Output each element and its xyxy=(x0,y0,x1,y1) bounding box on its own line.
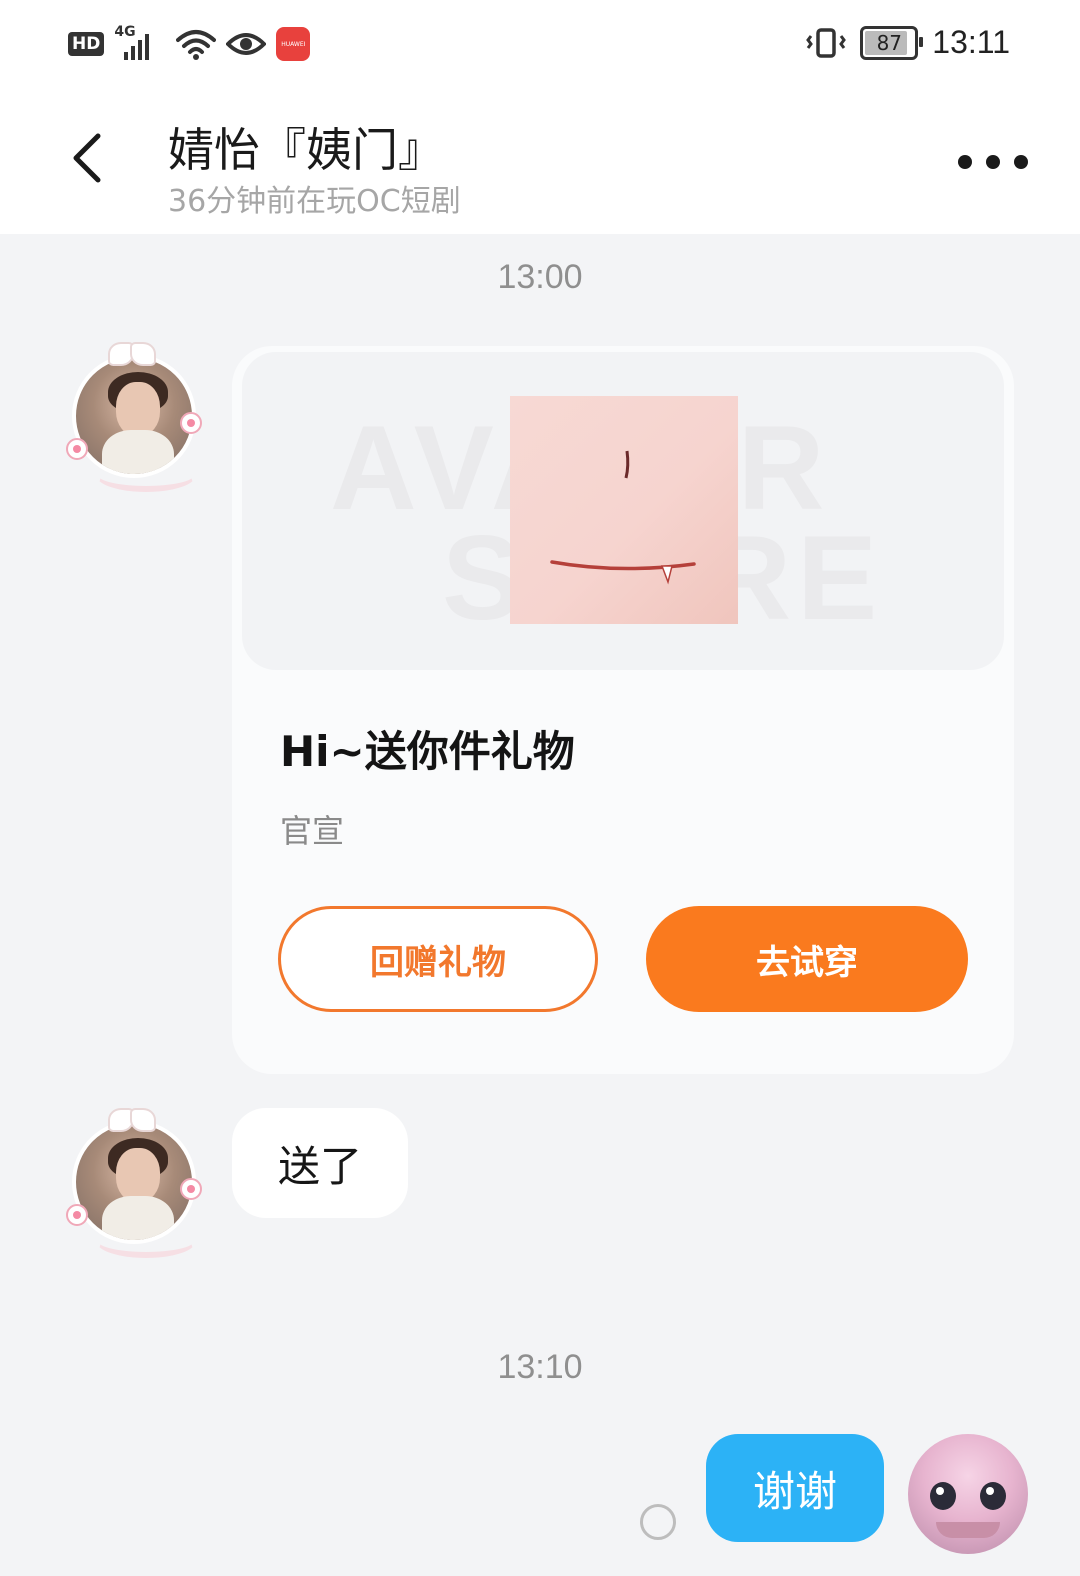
eye-icon xyxy=(226,33,267,55)
contact-avatar[interactable] xyxy=(62,1106,202,1258)
paw-icon xyxy=(180,1178,202,1200)
wifi-icon xyxy=(176,30,217,60)
more-dots-icon xyxy=(958,155,972,169)
message-timestamp: 13:10 xyxy=(497,1348,583,1386)
status-time: 13:11 xyxy=(932,24,1010,60)
app-store-icon: HUAWEI xyxy=(276,27,311,61)
gift-card[interactable]: AVATAR STORE Hi~送你件礼物 官宣 回赠礼物 去试穿 xyxy=(232,346,1014,1074)
bow-decoration xyxy=(108,1106,156,1132)
status-bar: HD 4G HUAWEI 87 13:11 xyxy=(0,0,1080,92)
battery-level: 87 xyxy=(876,30,903,55)
paw-icon xyxy=(66,438,88,460)
more-options-button[interactable] xyxy=(958,142,1028,182)
my-avatar[interactable] xyxy=(908,1434,1028,1554)
paw-icon xyxy=(180,412,202,434)
back-button[interactable] xyxy=(58,130,114,186)
chat-header: 婧怡『姨门』 36分钟前在玩OC短剧 xyxy=(0,92,1080,234)
gift-preview: AVATAR STORE xyxy=(242,352,1004,670)
cellular-signal-icon: 4G xyxy=(114,24,166,62)
outgoing-message-bubble[interactable]: 谢谢 xyxy=(706,1434,884,1542)
try-on-button[interactable]: 去试穿 xyxy=(646,906,968,1012)
gift-card-title: Hi~送你件礼物 xyxy=(280,727,575,776)
incoming-message-bubble[interactable]: 送了 xyxy=(232,1108,408,1218)
gift-card-subtitle: 官宣 xyxy=(280,812,345,850)
return-gift-button[interactable]: 回赠礼物 xyxy=(278,906,598,1012)
paw-icon xyxy=(66,1204,88,1226)
gift-item-image xyxy=(510,396,738,624)
chevron-left-icon xyxy=(73,133,101,183)
bow-decoration xyxy=(108,340,156,366)
vibrate-icon xyxy=(806,27,847,58)
contact-avatar[interactable] xyxy=(62,340,202,492)
chat-title[interactable]: 婧怡『姨门』 xyxy=(168,114,444,180)
chat-subtitle: 36分钟前在玩OC短剧 xyxy=(168,184,461,219)
message-timestamp: 13:00 xyxy=(497,258,583,296)
hd-indicator: HD xyxy=(68,32,105,56)
status-left: HD 4G HUAWEI xyxy=(68,24,311,62)
sending-circle-icon xyxy=(640,1504,676,1540)
battery-icon: 87 xyxy=(860,25,924,60)
status-right: 87 13:11 xyxy=(806,24,1010,61)
